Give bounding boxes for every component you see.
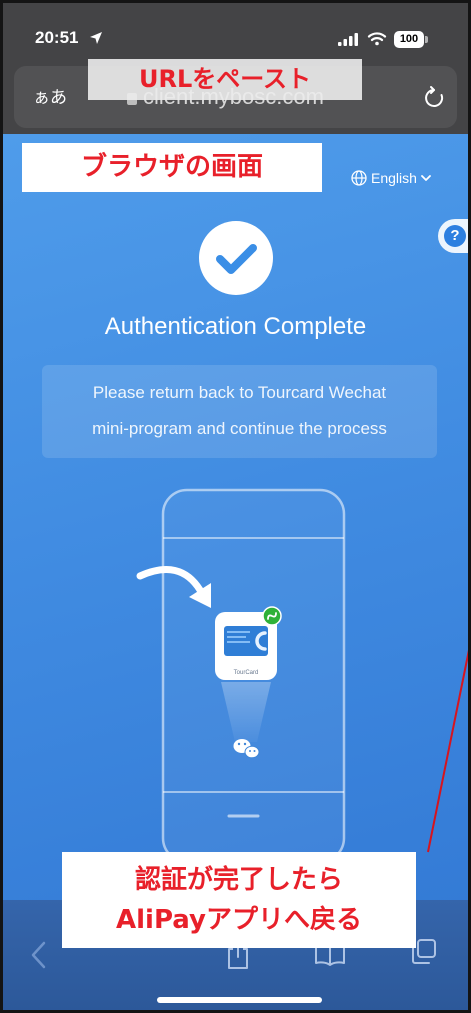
annotation-url-hint: URLをペースト xyxy=(88,59,362,100)
message-line: Please return back to Tourcard Wechat xyxy=(92,383,387,402)
status-time: 20:51 xyxy=(35,28,79,47)
language-label: English xyxy=(371,170,417,186)
annotation-line: 認証が完了したら xyxy=(134,865,343,895)
signal-icon xyxy=(338,33,358,46)
annotation-line: AliPayアプリへ戻る xyxy=(116,905,362,935)
mini-program-badge-icon xyxy=(262,606,282,626)
battery-nub xyxy=(425,36,428,43)
page-title: Authentication Complete xyxy=(104,313,367,340)
back-chevron-icon[interactable] xyxy=(30,940,48,970)
check-mark-icon xyxy=(216,244,257,274)
annotation-return-hint: 認証が完了したら AliPayアプリへ戻る xyxy=(62,852,416,948)
globe-icon xyxy=(351,170,367,186)
wifi-icon xyxy=(367,32,387,46)
text-size-button[interactable]: ぁあ xyxy=(33,87,67,109)
battery-icon: 100 xyxy=(394,31,424,48)
app-icon-label: TourCard xyxy=(234,670,259,676)
help-button[interactable]: ? xyxy=(438,219,471,253)
instruction-message: Please return back to Tourcard Wechat mi… xyxy=(42,365,437,458)
message-line: mini-program and continue the process xyxy=(92,419,387,438)
battery-level: 100 xyxy=(399,33,419,45)
location-arrow-icon xyxy=(90,32,102,44)
help-icon: ? xyxy=(444,225,466,247)
reload-icon[interactable] xyxy=(423,85,445,109)
annotation-browser-hint: ブラウザの画面 xyxy=(22,143,322,192)
language-selector[interactable]: English xyxy=(351,168,431,188)
chevron-down-icon xyxy=(421,174,431,181)
home-indicator[interactable] xyxy=(157,997,322,1003)
phone-illustration: TourCard xyxy=(136,488,346,864)
phone-screen: 20:51 100 ぁあ client.mybosc.com URLをペースト xyxy=(0,0,471,1013)
check-circle-icon xyxy=(199,221,273,295)
